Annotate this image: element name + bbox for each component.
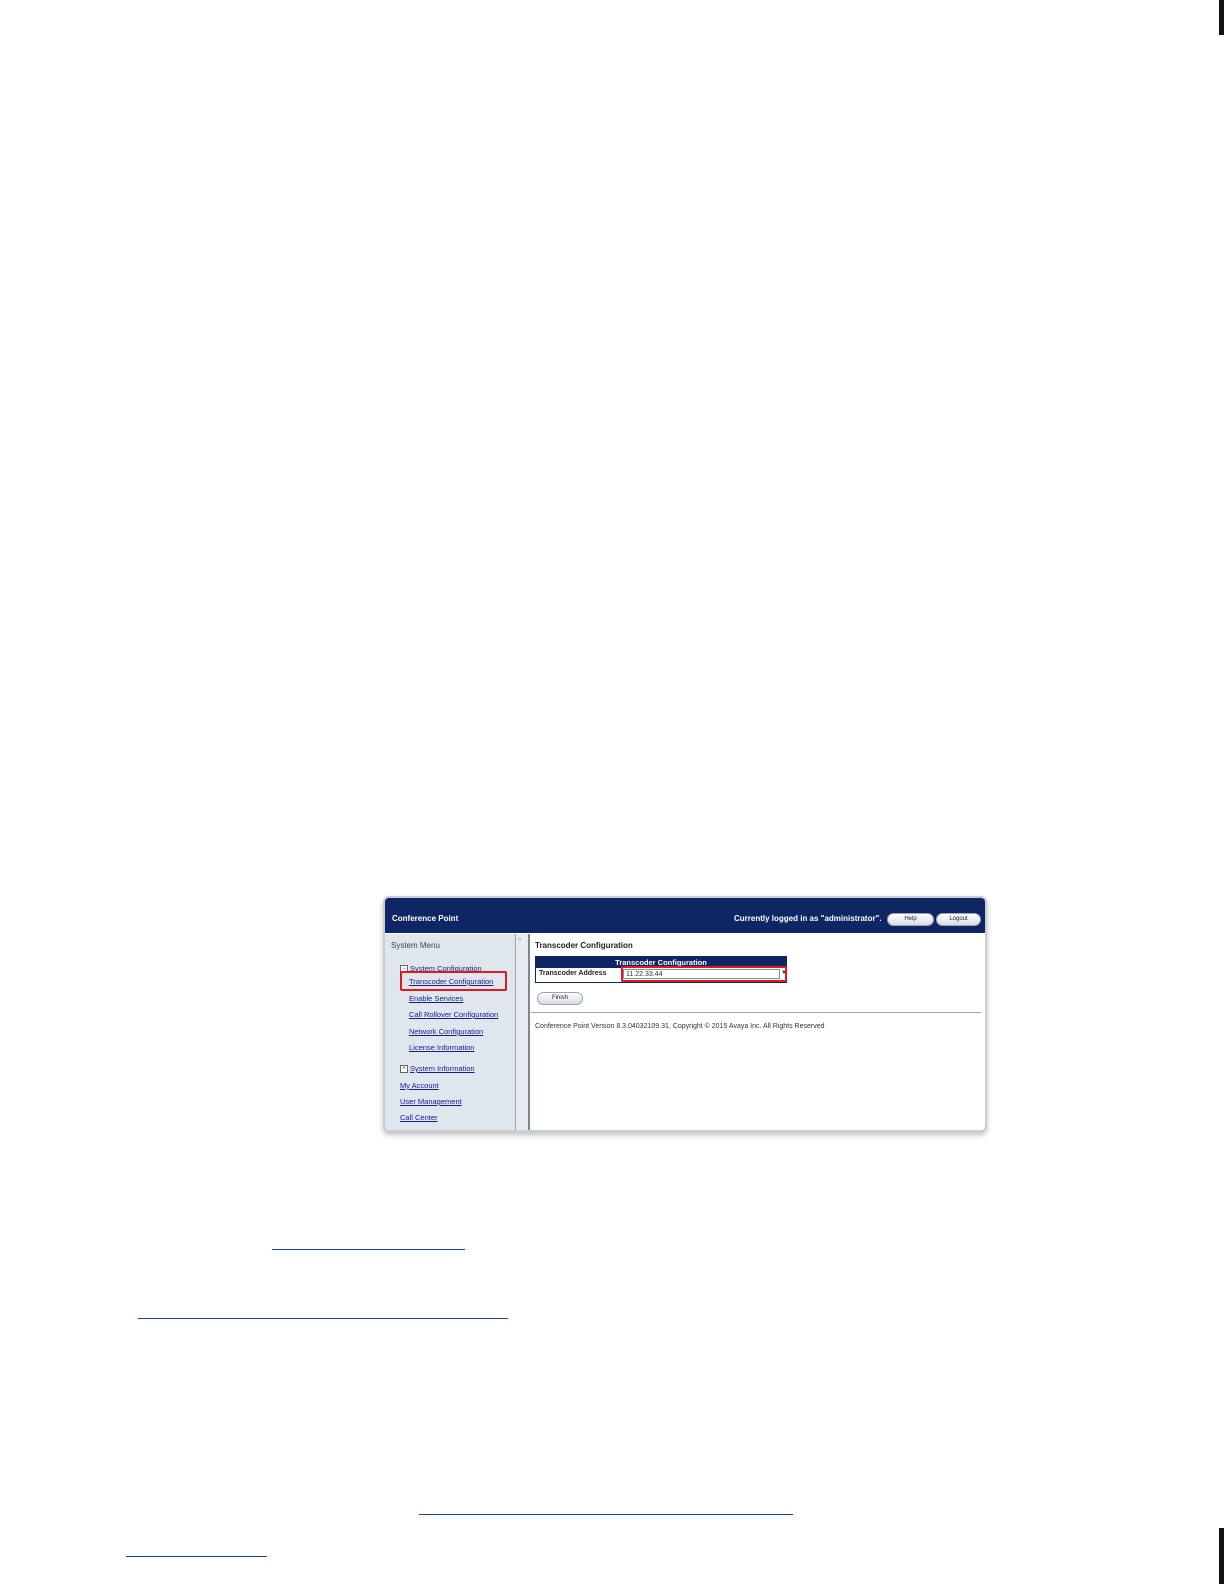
version-copyright: Conference Point Version 8.3.04032109.31…: [535, 1023, 825, 1030]
sidebar-item-user-management[interactable]: User Management: [400, 1097, 462, 1106]
finish-button[interactable]: Finish: [537, 992, 583, 1005]
highlight-box-transcoder-address: [621, 966, 787, 982]
doc-link-rule[interactable]: [419, 1514, 793, 1515]
sidebar-item-network-configuration[interactable]: Network Configuration: [409, 1027, 483, 1036]
scroll-up-arrow-icon[interactable]: ^: [518, 938, 521, 945]
help-button[interactable]: Help: [887, 913, 934, 926]
sidebar-item-call-center[interactable]: Call Center: [400, 1113, 438, 1122]
sidebar-item-system-information[interactable]: + System Information: [400, 1064, 475, 1073]
doc-link-rule[interactable]: [272, 1249, 465, 1250]
sidebar-item-call-rollover[interactable]: Call Rollover Configuration: [409, 1010, 498, 1019]
sidebar-item-label: System Information: [410, 1064, 475, 1073]
sidebar-item-my-account[interactable]: My Account: [400, 1081, 439, 1090]
logout-button[interactable]: Logout: [936, 913, 981, 926]
logged-in-status: Currently logged in as "administrator".: [734, 914, 882, 923]
sidebar-item-license-information[interactable]: License Information: [409, 1043, 474, 1052]
app-header: Conference Point Currently logged in as …: [385, 898, 985, 933]
page-edge-rule-top: [1219, 0, 1224, 35]
conference-point-screenshot: Conference Point Currently logged in as …: [383, 896, 987, 1132]
highlight-box-transcoder-menu: [400, 971, 507, 991]
transcoder-address-label: Transcoder Address: [539, 970, 607, 977]
doc-link-rule[interactable]: [126, 1556, 267, 1557]
plus-square-icon[interactable]: +: [400, 1065, 408, 1073]
content-divider: [531, 1012, 981, 1013]
app-title: Conference Point: [392, 914, 459, 923]
system-menu-sidebar: System Menu − System Configuration Transc…: [385, 934, 516, 1130]
page-edge-rule-bottom: [1219, 1528, 1224, 1584]
page-title: Transcoder Configuration: [535, 941, 633, 950]
sidebar-item-enable-services[interactable]: Enable Services: [409, 994, 463, 1003]
sidebar-scrollbar[interactable]: ^: [516, 934, 530, 1130]
system-menu-title: System Menu: [391, 941, 440, 950]
doc-link-rule[interactable]: [138, 1318, 508, 1319]
main-content: Transcoder Configuration Transcoder Conf…: [531, 934, 985, 1130]
